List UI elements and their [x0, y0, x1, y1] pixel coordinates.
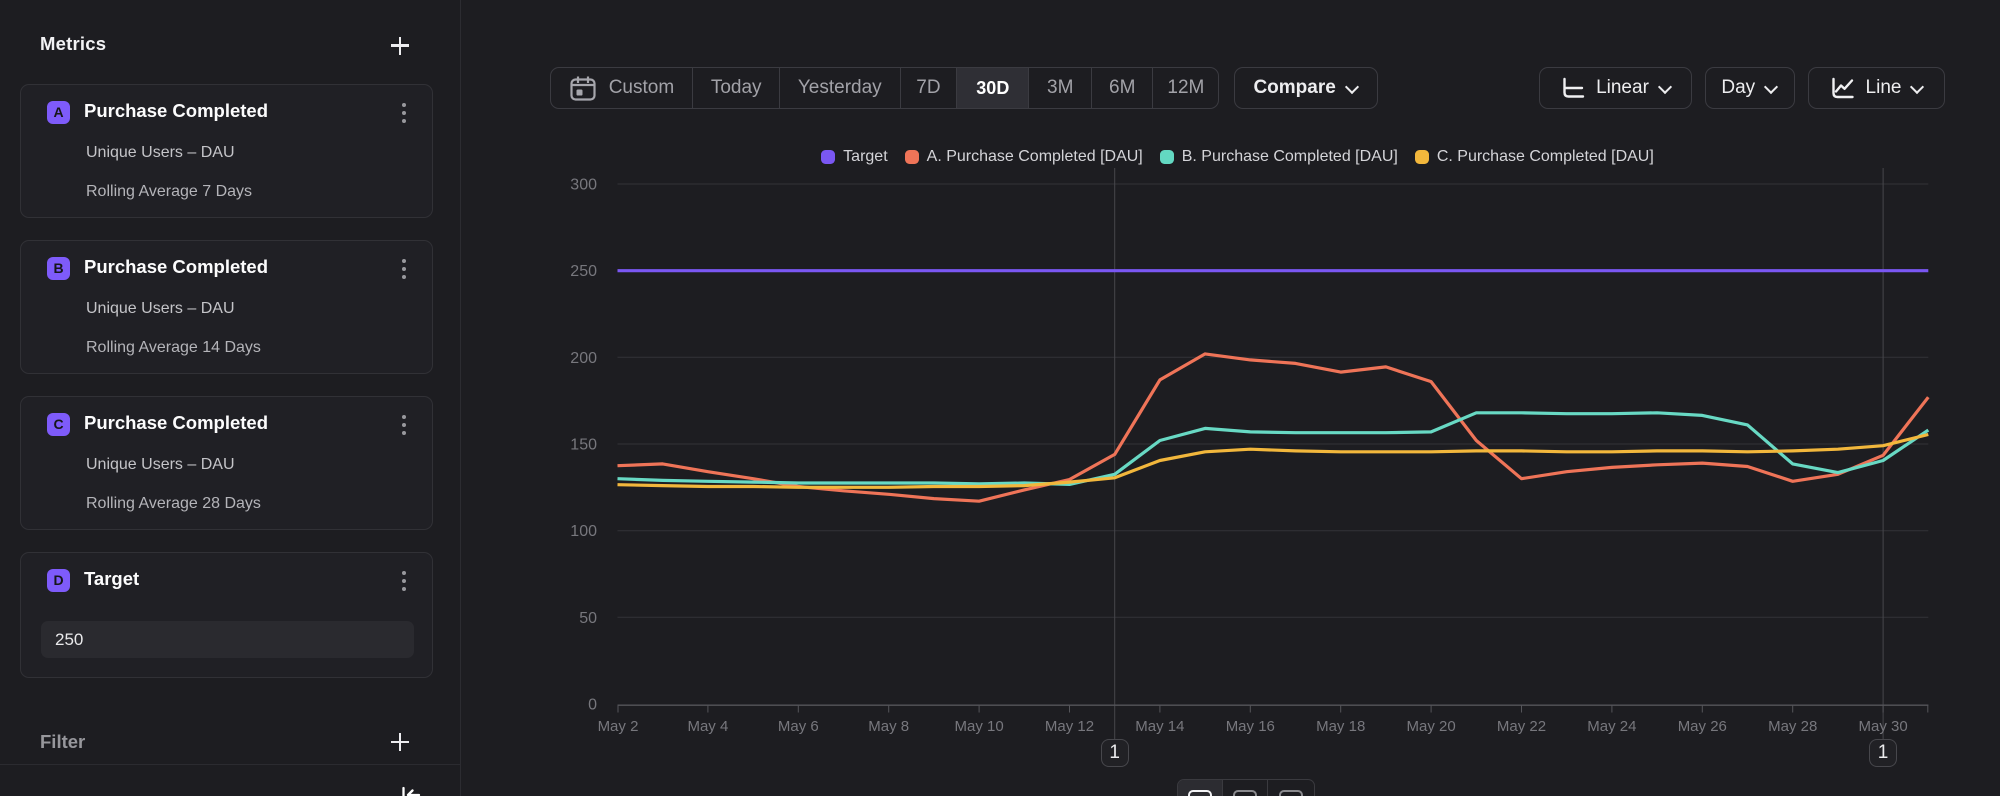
- svg-text:May 14: May 14: [1135, 718, 1184, 735]
- svg-text:0: 0: [588, 697, 597, 714]
- svg-text:200: 200: [570, 350, 597, 367]
- svg-text:May 22: May 22: [1497, 718, 1546, 735]
- svg-text:May 30: May 30: [1858, 718, 1907, 735]
- svg-text:May 8: May 8: [868, 718, 909, 735]
- svg-text:May 16: May 16: [1226, 718, 1275, 735]
- svg-text:May 10: May 10: [954, 718, 1003, 735]
- svg-text:250: 250: [570, 263, 597, 280]
- svg-text:May 2: May 2: [598, 718, 639, 735]
- svg-text:May 26: May 26: [1678, 718, 1727, 735]
- svg-text:May 18: May 18: [1316, 718, 1365, 735]
- svg-text:May 28: May 28: [1768, 718, 1817, 735]
- svg-text:150: 150: [570, 437, 597, 454]
- svg-text:300: 300: [570, 177, 597, 194]
- svg-text:May 6: May 6: [778, 718, 819, 735]
- svg-text:May 12: May 12: [1045, 718, 1094, 735]
- svg-text:100: 100: [570, 523, 597, 540]
- svg-text:May 24: May 24: [1587, 718, 1636, 735]
- svg-text:May 4: May 4: [687, 718, 728, 735]
- svg-text:May 20: May 20: [1406, 718, 1455, 735]
- svg-text:50: 50: [579, 610, 597, 627]
